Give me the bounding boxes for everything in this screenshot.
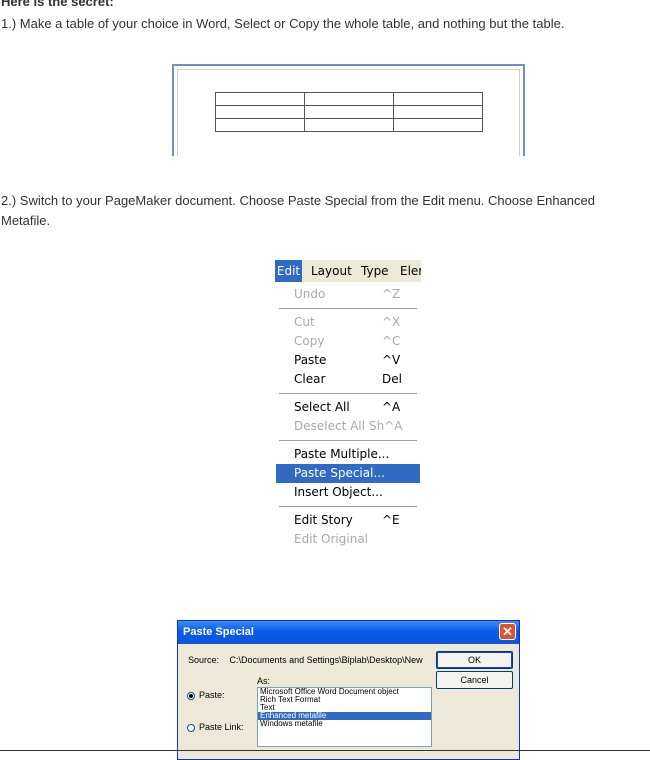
menu-item-label: Copy xyxy=(294,334,325,348)
menu-item-undo[interactable]: Undo ^Z xyxy=(276,285,420,304)
edit-menu-screenshot: Edit Layout Type Elem Undo ^Z Cut ^X Cop… xyxy=(275,260,421,554)
table-cell xyxy=(393,118,483,132)
menu-item-select-all[interactable]: Select All ^A xyxy=(276,398,420,417)
menu-item-label: Clear xyxy=(294,372,326,386)
word-document-area xyxy=(177,69,520,156)
menu-item-shortcut: Del xyxy=(382,372,402,386)
menu-item-shortcut: ^V xyxy=(382,353,401,367)
menu-item-shortcut: ^E xyxy=(382,513,400,527)
menu-item-label: Paste xyxy=(294,353,327,367)
menu-item-shortcut: ^Z xyxy=(382,287,401,301)
paste-radio-label: Paste: xyxy=(199,690,225,700)
menu-item-label: Paste Special... xyxy=(294,466,385,480)
menu-bar: Edit Layout Type Elem xyxy=(275,260,421,282)
menu-separator xyxy=(279,506,417,508)
menu-item-label: Insert Object... xyxy=(294,485,383,499)
menu-item-label: Deselect All xyxy=(294,419,365,433)
menu-separator xyxy=(279,393,417,395)
source-label: Source: xyxy=(188,655,220,665)
radio-unselected-icon[interactable] xyxy=(187,723,195,732)
paste-radio-option[interactable]: Paste: xyxy=(187,690,225,700)
radio-selected-icon[interactable] xyxy=(187,691,195,700)
menu-item-insert-object[interactable]: Insert Object... xyxy=(276,483,420,502)
paste-link-radio-option[interactable]: Paste Link: xyxy=(187,722,244,732)
step-2-text-line1: 2.) Switch to your PageMaker document. C… xyxy=(1,193,595,208)
as-label: As: xyxy=(257,676,271,686)
menu-item-clear[interactable]: Clear Del xyxy=(276,370,420,389)
step-2-text-line2: Metafile. xyxy=(1,213,51,228)
menu-item-label: Paste Multiple... xyxy=(294,447,390,461)
menu-item-shortcut: Sh^A xyxy=(369,419,403,433)
menu-separator xyxy=(279,308,417,310)
menu-item-edit-story[interactable]: Edit Story ^E xyxy=(276,511,420,530)
menu-item-shortcut: ^A xyxy=(382,400,401,414)
menu-separator xyxy=(279,440,417,442)
page-heading: Here is the secret: xyxy=(1,0,114,9)
table-cell xyxy=(215,118,305,132)
format-listbox[interactable]: Microsoft Office Word Document object Ri… xyxy=(257,687,432,747)
menu-item-edit-original[interactable]: Edit Original xyxy=(276,530,420,549)
table-cell xyxy=(393,105,483,119)
ok-button[interactable]: OK xyxy=(436,651,513,669)
source-row: Source: C:\Documents and Settings\Biplab… xyxy=(188,655,423,665)
menu-element[interactable]: Elem xyxy=(400,260,421,282)
format-option[interactable]: Rich Text Format xyxy=(258,696,431,704)
menu-item-shortcut: ^C xyxy=(382,334,401,348)
menu-item-paste-special[interactable]: Paste Special... xyxy=(276,464,420,483)
menu-item-label: Cut xyxy=(294,315,315,329)
paste-link-radio-label: Paste Link: xyxy=(199,722,244,732)
menu-item-label: Edit Story xyxy=(294,513,353,527)
menu-item-shortcut: ^X xyxy=(382,315,401,329)
menu-item-label: Select All xyxy=(294,400,350,414)
table-cell xyxy=(304,92,394,106)
menu-item-paste[interactable]: Paste ^V xyxy=(276,351,420,370)
source-path: C:\Documents and Settings\Biplab\Desktop… xyxy=(229,655,423,665)
menu-item-cut[interactable]: Cut ^X xyxy=(276,313,420,332)
table-cell xyxy=(215,92,305,106)
menu-item-label: Undo xyxy=(294,287,326,301)
step-1-text: 1.) Make a table of your choice in Word,… xyxy=(1,16,565,31)
menu-item-deselect-all[interactable]: Deselect All Sh^A xyxy=(276,417,420,436)
table-cell xyxy=(304,105,394,119)
paste-special-dialog: Paste Special ✕ Source: C:\Documents and… xyxy=(177,620,520,760)
dialog-title: Paste Special xyxy=(183,626,254,638)
word-table xyxy=(215,92,483,132)
menu-type[interactable]: Type xyxy=(361,260,389,282)
menu-layout[interactable]: Layout xyxy=(311,260,352,282)
menu-item-paste-multiple[interactable]: Paste Multiple... xyxy=(276,445,420,464)
menu-edit[interactable]: Edit xyxy=(275,260,302,282)
bottom-divider xyxy=(0,750,650,751)
table-cell xyxy=(304,118,394,132)
menu-item-label: Edit Original xyxy=(294,532,369,546)
table-cell xyxy=(393,92,483,106)
dialog-titlebar[interactable]: Paste Special ✕ xyxy=(178,621,519,644)
menu-item-copy[interactable]: Copy ^C xyxy=(276,332,420,351)
format-option[interactable]: Windows metafile xyxy=(258,720,431,728)
close-icon[interactable]: ✕ xyxy=(499,623,516,640)
cancel-button[interactable]: Cancel xyxy=(436,671,513,689)
word-table-screenshot xyxy=(172,64,525,156)
table-cell xyxy=(215,105,305,119)
